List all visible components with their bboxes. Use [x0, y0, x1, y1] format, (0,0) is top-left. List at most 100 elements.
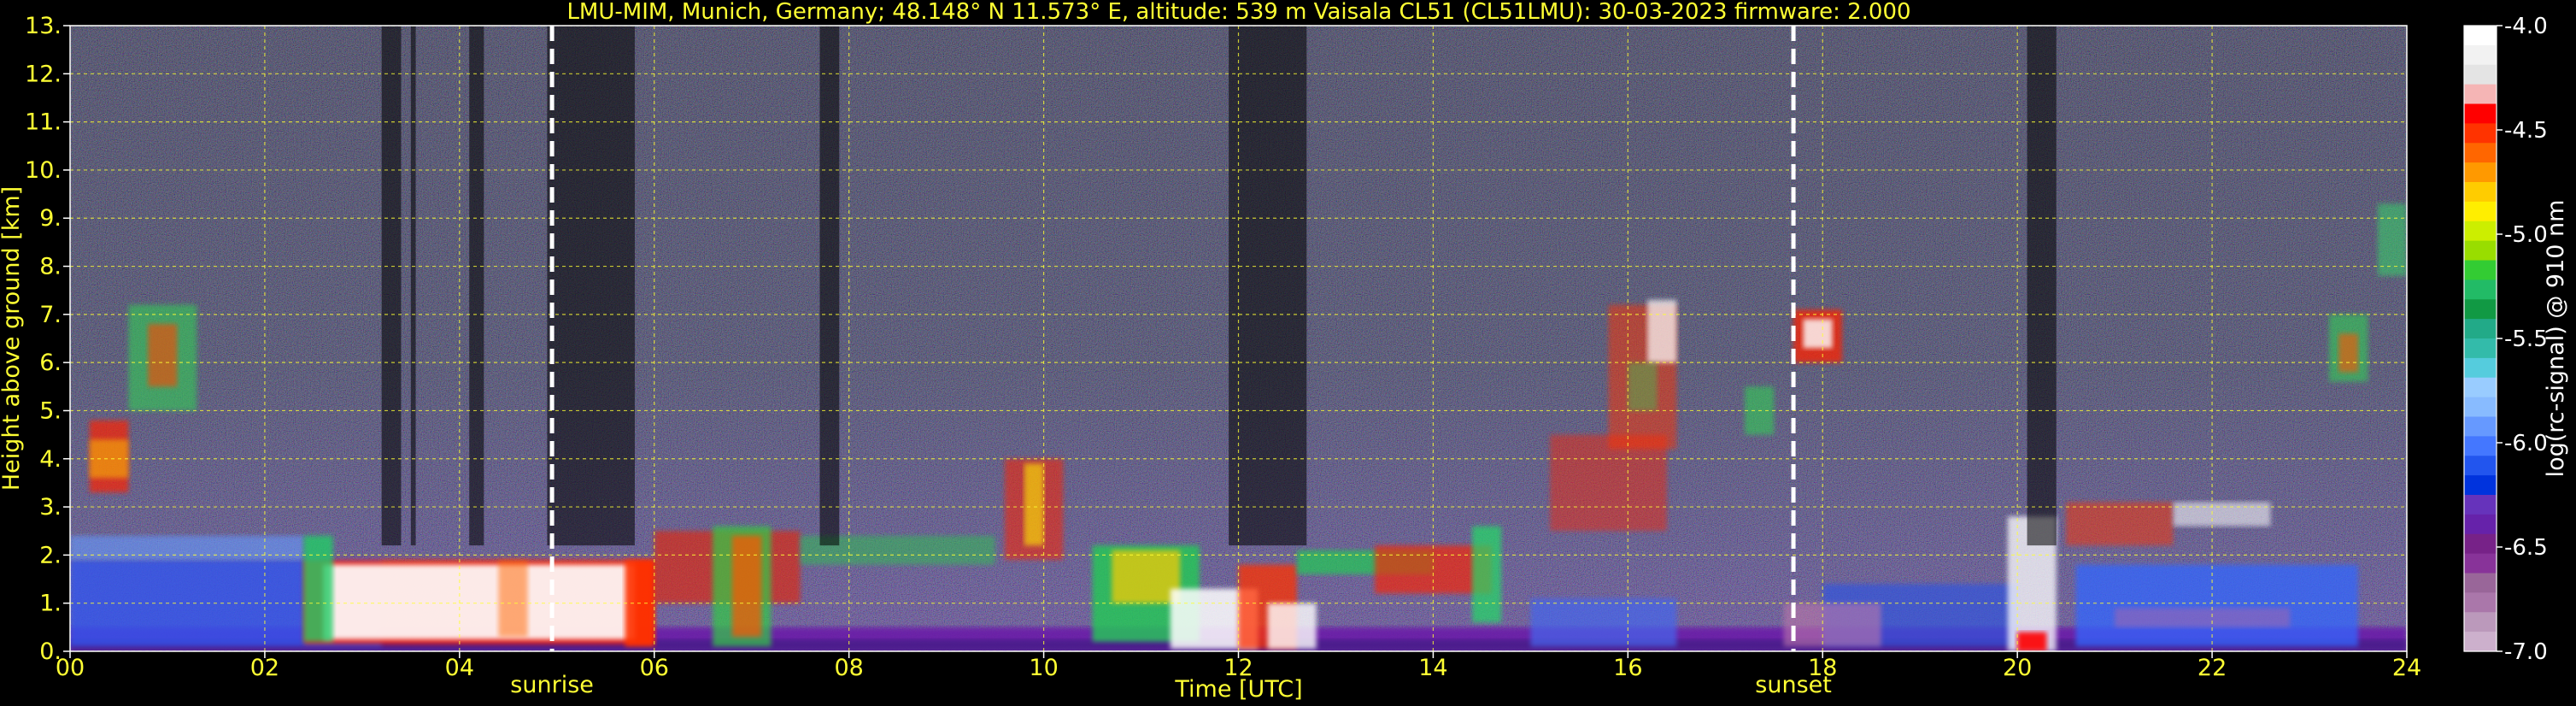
backscatter-region — [89, 439, 129, 479]
y-tick-label: 6. — [39, 350, 62, 376]
x-tick-label: 02 — [250, 655, 279, 681]
backscatter-region — [2075, 564, 2359, 647]
x-tick-label: 16 — [1613, 655, 1642, 681]
colorbar-segment — [2464, 64, 2497, 85]
colorbar-segment — [2464, 533, 2497, 555]
colorbar-segment — [2464, 162, 2497, 183]
backscatter-region — [1647, 299, 1677, 363]
colorbar-tick-label: -7.0 — [2504, 639, 2548, 665]
colorbar-label: log(rc-signal) @ 910 nm — [2543, 200, 2569, 478]
x-tick-label: 10 — [1029, 655, 1058, 681]
y-tick-label: 1. — [39, 591, 62, 617]
colorbar-segment — [2464, 416, 2497, 437]
y-tick-label: 11. — [25, 109, 62, 136]
colorbar-segment — [2464, 592, 2497, 613]
backscatter-region — [731, 535, 762, 638]
colorbar-segment — [2464, 612, 2497, 632]
colorbar-segment — [2464, 338, 2497, 359]
x-tick-label: 20 — [2003, 655, 2032, 681]
y-tick-label: 3. — [39, 494, 62, 521]
colorbar-segment — [2464, 279, 2497, 300]
colorbar-segment — [2464, 103, 2497, 124]
backscatter-region — [1530, 598, 1677, 647]
backscatter-region — [1024, 463, 1044, 546]
y-tick-label: 10. — [25, 157, 62, 184]
backscatter-region — [323, 564, 635, 639]
y-tick-label: 5. — [39, 397, 62, 424]
backscatter-region — [2017, 632, 2047, 651]
y-tick-label: 8. — [39, 254, 62, 280]
backscatter-region — [2115, 608, 2291, 627]
sunrise-label: sunrise — [510, 672, 594, 698]
colorbar-segment — [2464, 221, 2497, 242]
colorbar-segment — [2464, 299, 2497, 320]
backscatter-region — [2173, 502, 2271, 527]
colorbar-tick-label: -6.0 — [2504, 431, 2548, 456]
y-tick-label: 7. — [39, 302, 62, 328]
low-signal-streak — [381, 26, 402, 546]
sunset-label: sunset — [1755, 672, 1832, 698]
plot-area — [70, 26, 2407, 651]
colorbar-tick-label: -6.5 — [2504, 535, 2548, 561]
y-tick-label: 12. — [25, 61, 62, 87]
backscatter-region — [303, 535, 333, 642]
colorbar-segment — [2464, 84, 2497, 105]
low-signal-streak — [469, 26, 484, 546]
backscatter-region — [498, 560, 528, 638]
low-signal-streak — [2027, 26, 2057, 546]
colorbar-segment — [2464, 182, 2497, 203]
colorbar: -4.0 -4.5 -5.0 -5.5 -6.0 -6.5 -7.0 — [2463, 14, 2548, 665]
backscatter-region — [1112, 550, 1181, 603]
low-signal-streak — [819, 26, 840, 546]
y-axis-ticks: 0. 1. 2. 3. 4. 5. 6. 7. 8. 9. 10. 11. 12. 13. — [25, 13, 70, 665]
y-tick-label: 4. — [39, 446, 62, 473]
colorbar-segment — [2464, 573, 2497, 593]
backscatter-region — [148, 324, 178, 387]
colorbar-segment — [2464, 495, 2497, 515]
colorbar-segment — [2464, 514, 2497, 535]
colorbar-segment — [2464, 377, 2497, 398]
low-signal-streak — [410, 26, 416, 546]
backscatter-region — [1472, 526, 1502, 623]
chart-title: LMU-MIM, Munich, Germany; 48.148° N 11.5… — [566, 0, 1910, 25]
colorbar-segment — [2464, 123, 2497, 144]
colorbar-tick-label: -4.5 — [2504, 118, 2548, 144]
y-tick-label: 0. — [39, 638, 62, 665]
y-tick-label: 9. — [39, 205, 62, 232]
colorbar-segment — [2464, 201, 2497, 222]
backscatter-region — [1803, 319, 1833, 349]
backscatter-region — [2377, 203, 2407, 276]
colorbar-tick-label: -4.0 — [2504, 14, 2548, 39]
colorbar-segment — [2464, 553, 2497, 574]
colorbar-segment — [2464, 260, 2497, 280]
x-tick-label: 22 — [2198, 655, 2227, 681]
y-tick-label: 13. — [25, 13, 62, 39]
y-tick-label: 2. — [39, 542, 62, 568]
colorbar-segment — [2464, 436, 2497, 456]
colorbar-segment — [2464, 397, 2497, 418]
colorbar-segment — [2464, 44, 2497, 66]
x-tick-label: 08 — [834, 655, 863, 681]
backscatter-region — [1783, 603, 1881, 647]
colorbar-segment — [2464, 357, 2497, 379]
colorbar-tick-label: -5.5 — [2504, 327, 2548, 352]
backscatter-region — [1267, 603, 1317, 650]
backscatter-region — [1628, 362, 1658, 411]
colorbar-segment — [2464, 26, 2497, 46]
low-signal-streak — [547, 26, 635, 546]
colorbar-segment — [2464, 319, 2497, 339]
ceilometer-chart: 00 02 04 06 08 10 12 14 16 18 20 22 24 0.1.2.3.4.5.6… — [0, 0, 2569, 703]
low-signal-streak — [1229, 26, 1307, 546]
backscatter-region — [2066, 502, 2174, 546]
colorbar-segment — [2464, 143, 2497, 163]
backscatter-region — [2338, 333, 2359, 373]
x-tick-label: 14 — [1418, 655, 1447, 681]
x-tick-label: 04 — [445, 655, 474, 681]
colorbar-segment — [2464, 475, 2497, 496]
y-axis-label: Height above ground [km] — [0, 186, 25, 491]
colorbar-segment — [2464, 632, 2497, 652]
backscatter-region — [70, 535, 304, 561]
colorbar-tick-label: -5.0 — [2504, 222, 2548, 248]
x-tick-label: 24 — [2392, 655, 2421, 681]
colorbar-segment — [2464, 456, 2497, 476]
